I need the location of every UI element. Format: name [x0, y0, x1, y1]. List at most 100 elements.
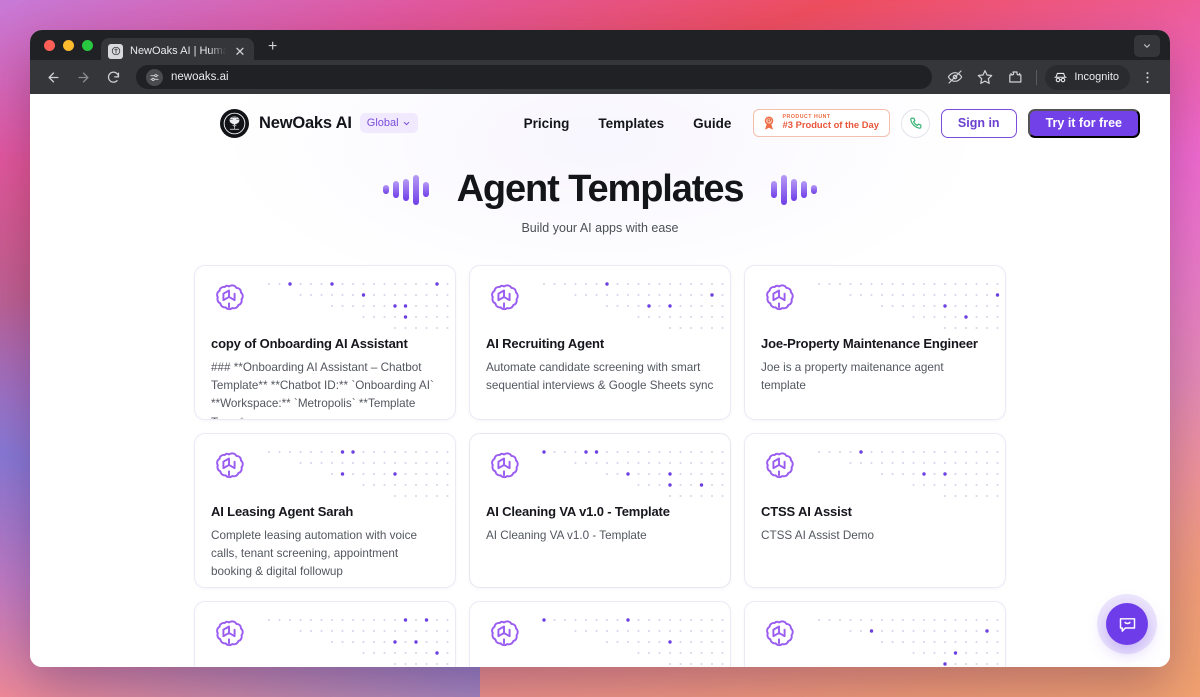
page-settings-icon[interactable]: [146, 68, 163, 86]
nav-item-pricing[interactable]: Pricing: [524, 116, 570, 131]
brand-name: NewOaks AI: [259, 113, 352, 132]
template-card[interactable]: AI Leasing Agent Sarah Complete leasing a…: [194, 432, 456, 588]
page-viewport: NewOaks AI Global Pricing Templates Guid…: [30, 94, 1170, 667]
maximize-window-button[interactable]: [82, 39, 93, 51]
address-bar[interactable]: newoaks.ai: [136, 65, 933, 89]
card-description: CTSS AI Assist Demo: [761, 528, 875, 542]
card-description: AI Cleaning VA v1.0 - Template: [486, 528, 647, 542]
card-artwork: [211, 616, 449, 667]
browser-tab-title: NewOaks AI | Human-Like AI: [130, 45, 226, 57]
openai-knot-icon: [486, 448, 522, 484]
template-card[interactable]: AI Cleaning VA v1.0 - Template AI Cleanin…: [469, 432, 731, 588]
waveform-bar: [811, 185, 817, 195]
waveform-bar: [393, 181, 399, 199]
openai-knot-icon: [486, 616, 522, 652]
sign-in-button[interactable]: Sign in: [940, 108, 1017, 138]
plus-icon[interactable]: +: [268, 39, 277, 55]
forward-arrow-icon[interactable]: [70, 64, 96, 90]
chat-launcher-button[interactable]: [1106, 603, 1148, 645]
template-card[interactable]: Service Demo: [469, 600, 731, 667]
hero-section: Agent Templates Build your AI apps with …: [30, 152, 1170, 235]
toolbar-divider: [1036, 69, 1038, 85]
back-arrow-icon[interactable]: [40, 64, 66, 90]
region-selector[interactable]: Global: [359, 113, 418, 133]
openai-knot-icon: [211, 280, 247, 316]
openai-knot-icon: [211, 448, 247, 484]
brand[interactable]: NewOaks AI: [220, 108, 352, 138]
waveform-bar: [383, 185, 389, 195]
card-artwork: [486, 280, 724, 336]
incognito-label: Incognito: [1074, 71, 1119, 83]
chat-bubble-smile-icon: [1119, 617, 1135, 632]
openai-knot-icon: [761, 448, 797, 484]
waveform-bar: [791, 178, 797, 201]
audio-waveform-icon: [383, 169, 429, 211]
card-title: CTSS AI Assist: [761, 503, 852, 519]
waveform-bar: [403, 178, 409, 201]
newoaks-tree-logo: [220, 108, 249, 138]
template-cards-grid: copy of Onboarding AI Assistant ### **Onb…: [194, 264, 1006, 667]
waveform-bar: [781, 174, 787, 205]
card-artwork: [211, 280, 449, 336]
product-hunt-badge[interactable]: PRODUCT HUNT #3 Product of the Day: [752, 109, 890, 137]
template-card[interactable]: CTSS AI Assist CTSS AI Assist Demo: [744, 432, 1006, 588]
close-icon[interactable]: ✕: [233, 45, 247, 58]
reload-icon[interactable]: [100, 64, 126, 90]
header-actions: PRODUCT HUNT #3 Product of the Day Sign …: [752, 108, 1140, 138]
card-title: AI Cleaning VA v1.0 - Template: [486, 503, 670, 519]
card-artwork: [761, 616, 999, 667]
template-card[interactable]: Synchronics: [744, 600, 1006, 667]
site-nav: Pricing Templates Guide: [524, 116, 732, 131]
template-card[interactable]: AI Recruiting Agent Automate candidate sc…: [469, 264, 731, 420]
browser-window: NewOaks AI | Human-Like AI ✕ +: [30, 30, 1170, 667]
site-header: NewOaks AI Global Pricing Templates Guid…: [30, 94, 1170, 152]
waveform-bar: [801, 181, 807, 199]
card-description: ### **Onboarding AI Assistant – Chatbot …: [211, 360, 434, 419]
card-description: Automate candidate screening with smart …: [486, 360, 714, 393]
card-description: Complete leasing automation with voice c…: [211, 528, 417, 579]
region-label: Global: [366, 117, 399, 129]
card-description: Joe is a property maitenance agent templ…: [761, 360, 944, 393]
dot-grid-decoration: [541, 615, 730, 667]
nav-item-guide[interactable]: Guide: [693, 116, 731, 131]
browser-tab-strip: NewOaks AI | Human-Like AI ✕ +: [30, 30, 1170, 64]
product-hunt-label: #3 Product of the Day: [782, 119, 879, 131]
template-card[interactable]: Joe-Property Maintenance Engineer Joe is …: [744, 264, 1006, 420]
chevron-down-icon[interactable]: [1134, 35, 1160, 57]
eye-off-icon[interactable]: [942, 64, 968, 90]
incognito-badge[interactable]: Incognito: [1045, 64, 1130, 90]
card-title: Joe-Property Maintenance Engineer: [761, 335, 978, 351]
desktop-background: NewOaks AI | Human-Like AI ✕ +: [0, 0, 1200, 697]
card-title: AI Recruiting Agent: [486, 335, 605, 351]
template-card[interactable]: Кайрат: [194, 600, 456, 667]
phone-call-icon: [910, 117, 922, 129]
waveform-bar: [423, 182, 429, 198]
card-artwork: [761, 448, 999, 504]
star-icon[interactable]: [972, 64, 998, 90]
minimize-window-button[interactable]: [63, 39, 74, 51]
dot-grid-decoration: [266, 447, 455, 502]
puzzle-piece-icon[interactable]: [1002, 64, 1028, 90]
chevron-down-icon: [403, 121, 409, 125]
try-it-for-free-button[interactable]: Try it for free: [1027, 108, 1140, 138]
browser-tab[interactable]: NewOaks AI | Human-Like AI ✕: [101, 38, 254, 64]
audio-waveform-icon: [771, 169, 817, 211]
card-title: AI Leasing Agent Sarah: [211, 503, 354, 519]
dot-grid-decoration: [541, 279, 730, 334]
hero-subtitle: Build your AI apps with ease: [521, 220, 679, 235]
browser-toolbar: newoaks.ai Incognito: [30, 60, 1170, 94]
close-window-button[interactable]: [44, 39, 55, 51]
page-title: Agent Templates: [456, 168, 745, 210]
incognito-hat-icon: [1054, 72, 1067, 82]
nav-item-templates[interactable]: Templates: [598, 116, 664, 131]
openai-knot-icon: [486, 280, 522, 316]
product-hunt-medal-icon: [764, 116, 773, 130]
dot-grid-decoration: [541, 447, 730, 502]
phone-call-button[interactable]: [900, 108, 930, 138]
template-card[interactable]: copy of Onboarding AI Assistant ### **Onb…: [194, 264, 456, 420]
dot-grid-decoration: [816, 279, 1005, 334]
three-dots-menu-icon[interactable]: [1134, 64, 1160, 90]
dot-grid-decoration: [816, 447, 1005, 502]
waveform-bar: [771, 181, 777, 199]
card-title: copy of Onboarding AI Assistant: [211, 335, 408, 351]
